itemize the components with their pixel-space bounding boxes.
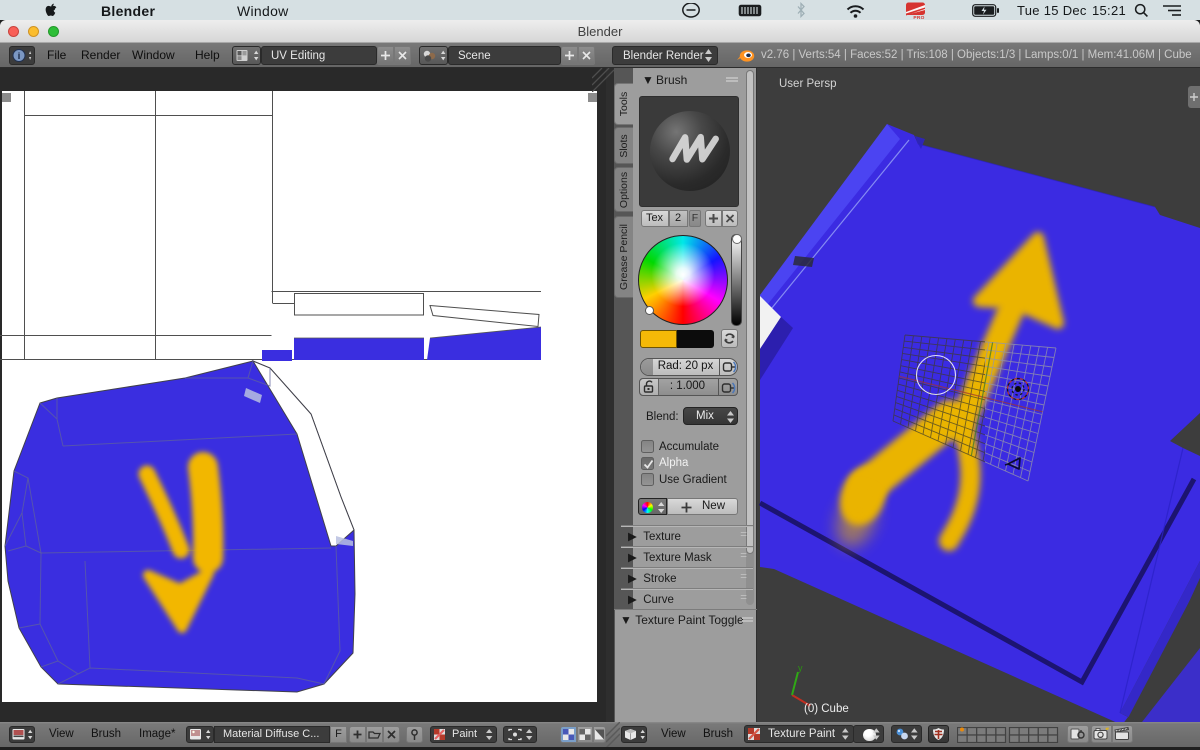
svg-text:PRO: PRO bbox=[913, 15, 924, 19]
svg-text:y: y bbox=[798, 663, 803, 673]
svg-text:i: i bbox=[18, 51, 21, 61]
